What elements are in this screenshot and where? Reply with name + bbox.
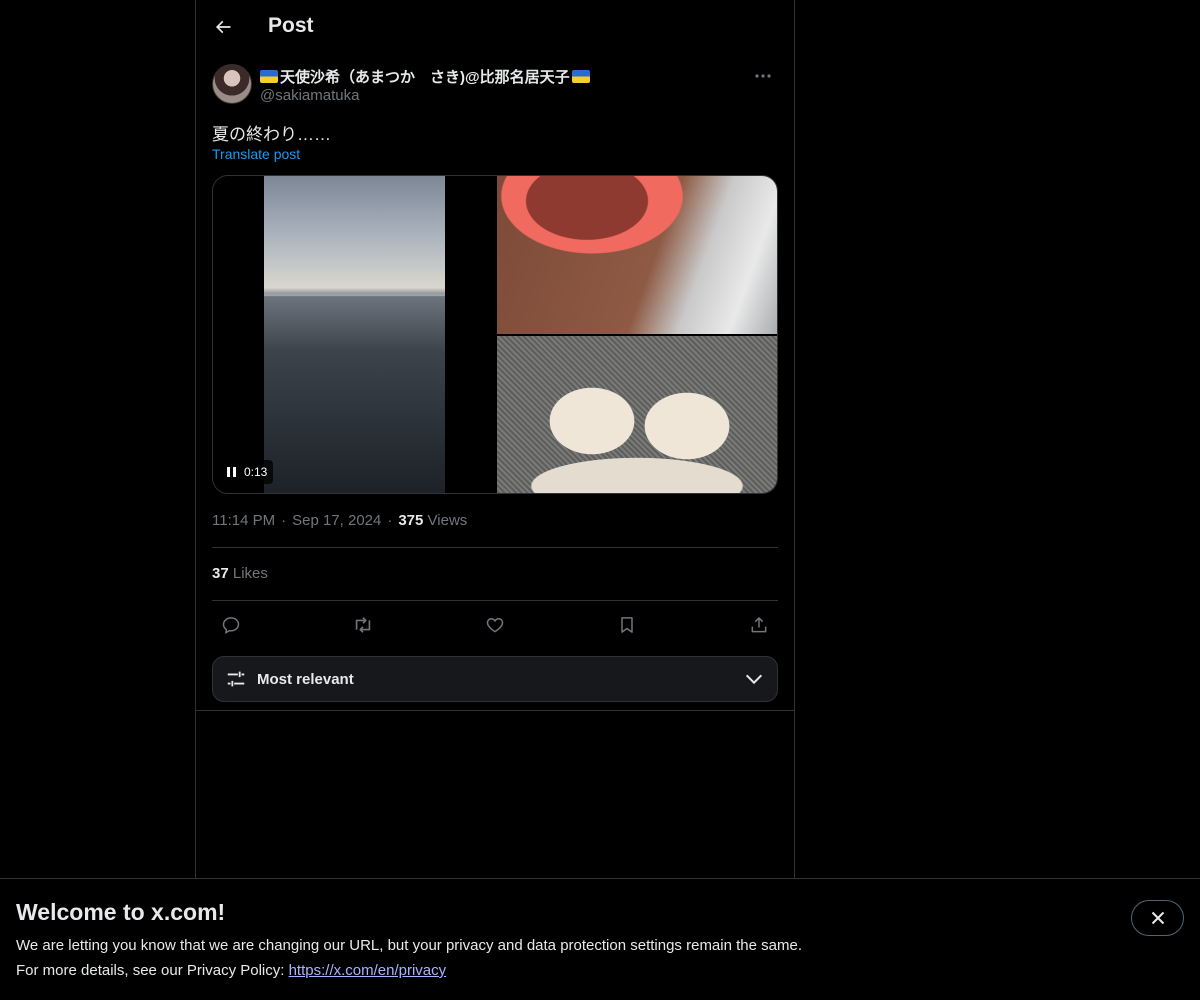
action-bar [212, 610, 778, 640]
media-image-float[interactable] [497, 176, 777, 334]
bookmark-icon [621, 617, 633, 633]
likes-link[interactable]: 37 Likes [212, 565, 268, 582]
post-meta: 11:14 PM · Sep 17, 2024 · 375 Views [212, 512, 467, 529]
video-time: 0:13 [244, 465, 268, 479]
media-grid: 0:13 [212, 175, 778, 494]
video-controls: 0:13 [221, 460, 274, 484]
banner-message: We are letting you know that we are chan… [16, 937, 802, 954]
display-name: 天使沙希（あまつか さき)@比那名居天子 [280, 69, 570, 86]
media-image-sandals[interactable] [497, 336, 777, 493]
video-player[interactable]: 0:13 [213, 176, 495, 493]
chevron-down-icon [743, 668, 765, 690]
more-button[interactable] [748, 64, 778, 88]
views: 375 Views [398, 512, 467, 529]
meta-separator: · [281, 512, 287, 529]
privacy-policy-link[interactable]: https://x.com/en/privacy [289, 962, 447, 979]
reply-icon [222, 617, 240, 634]
reply-button[interactable] [216, 610, 246, 640]
page-title: Post [268, 14, 314, 37]
video-frame [264, 176, 445, 493]
banner-privacy-line: For more details, see our Privacy Policy… [16, 962, 446, 979]
bookmark-button[interactable] [612, 610, 642, 640]
ukraine-flag-icon [260, 70, 278, 83]
url-change-banner: Welcome to x.com! We are letting you kno… [0, 878, 1200, 1000]
header: Post [196, 0, 794, 55]
sliders-icon [227, 671, 245, 687]
likes-count: 37 [212, 565, 229, 582]
divider [212, 547, 778, 548]
ukraine-flag-icon [571, 70, 590, 83]
post-time[interactable]: 11:14 PM [212, 512, 275, 529]
likes-label: Likes [232, 565, 268, 582]
repost-button[interactable] [348, 610, 378, 640]
post-date[interactable]: Sep 17, 2024 [292, 512, 381, 529]
share-button[interactable] [744, 610, 774, 640]
back-button[interactable] [204, 8, 242, 46]
close-icon [1151, 911, 1164, 925]
post-author: 天使沙希（あまつか さき)@比那名居天子 @sakiamatuka [212, 64, 778, 108]
main-column: Post 天使沙希（あまつか さき)@比那名居天子 @sakiamatuka 夏… [195, 0, 795, 880]
views-count: 375 [398, 512, 424, 529]
back-arrow-icon [215, 20, 231, 34]
divider [196, 710, 794, 711]
more-icon [755, 74, 771, 78]
display-name-row[interactable]: 天使沙希（あまつか さき)@比那名居天子 [260, 66, 590, 87]
meta-separator: · [387, 512, 393, 529]
sort-label: Most relevant [257, 670, 354, 688]
like-button[interactable] [480, 610, 510, 640]
pause-icon[interactable] [227, 467, 236, 477]
translate-post-link[interactable]: Translate post [212, 146, 300, 162]
views-label: Views [427, 512, 468, 529]
user-handle[interactable]: @sakiamatuka [260, 87, 359, 104]
divider [212, 600, 778, 601]
share-icon [751, 617, 767, 633]
banner-privacy-prefix: For more details, see our Privacy Policy… [16, 962, 289, 979]
banner-title: Welcome to x.com! [16, 899, 226, 925]
post-text: 夏の終わり…… [212, 125, 331, 144]
avatar[interactable] [212, 64, 252, 104]
like-icon [486, 617, 504, 633]
repost-icon [355, 617, 371, 633]
close-banner-button[interactable] [1131, 900, 1184, 936]
reply-sort-dropdown[interactable]: Most relevant [212, 656, 778, 702]
